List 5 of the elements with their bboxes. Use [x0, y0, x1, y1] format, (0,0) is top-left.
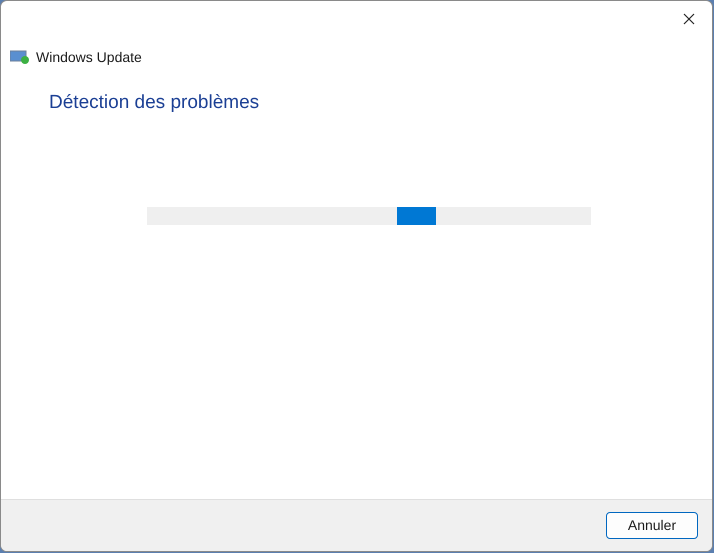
- page-heading: Détection des problèmes: [49, 91, 260, 115]
- close-icon: [683, 13, 695, 25]
- cancel-button[interactable]: Annuler: [606, 512, 698, 539]
- update-icon: [10, 50, 30, 64]
- app-name: Windows Update: [36, 48, 142, 67]
